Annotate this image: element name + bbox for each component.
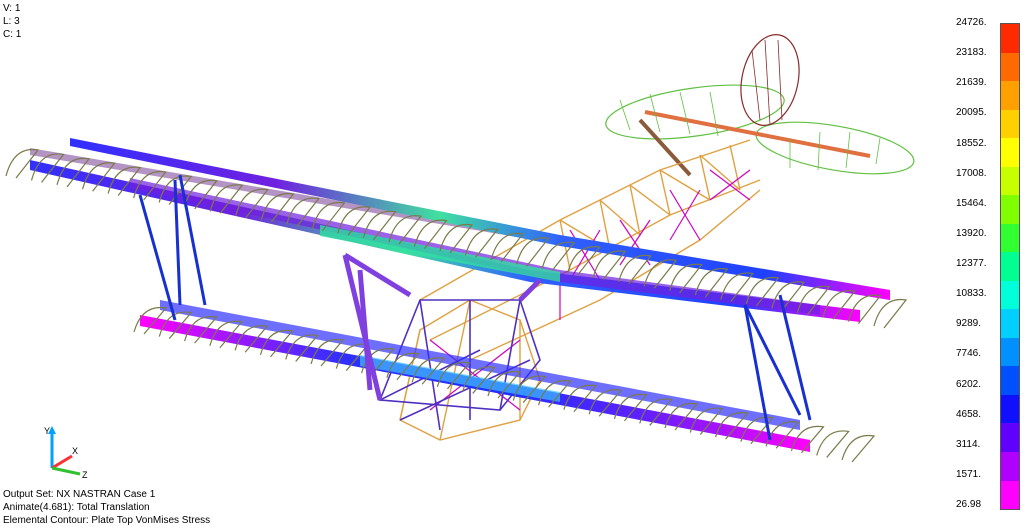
colorbar-segment: [1001, 223, 1019, 253]
legend-label: 15464.: [956, 197, 987, 209]
legend-label: 17008.: [956, 167, 987, 179]
view-number: V: 1: [3, 3, 21, 14]
legend-label: 23183.: [956, 47, 987, 59]
contour-legend-labels: 24726. 23183. 21639. 20095. 18552. 17008. 1546…: [956, 0, 996, 531]
legend-label: 4658.: [956, 408, 982, 420]
colorbar-segment: [1001, 309, 1019, 338]
x-axis-label: X: [72, 446, 78, 456]
legend-label: 1571.: [956, 468, 982, 480]
view-info: V: 1 L: 3 C: 1: [3, 2, 21, 41]
colorbar-segment: [1001, 24, 1019, 53]
legend-label: 13920.: [956, 227, 987, 239]
colorbar-segment: [1001, 451, 1019, 481]
legend-label: 9289.: [956, 318, 982, 330]
colorbar-segment: [1001, 195, 1019, 224]
axis-triad: Y X Z: [44, 426, 88, 480]
output-info: Output Set: NX NASTRAN Case 1 Animate(4.…: [3, 488, 210, 527]
colorbar-segment: [1001, 423, 1019, 452]
legend-label: 18552.: [956, 137, 987, 149]
z-axis-icon: [51, 466, 81, 476]
colorbar-segment: [1001, 366, 1019, 395]
legend-label: 21639.: [956, 77, 987, 89]
colorbar-segment: [1001, 252, 1019, 281]
z-axis-label: Z: [82, 470, 88, 480]
layer-number: L: 3: [3, 16, 20, 27]
colorbar-segment: [1001, 166, 1019, 196]
colorbar-segment: [1001, 81, 1019, 110]
legend-label: 7746.: [956, 348, 982, 360]
model-viewport[interactable]: [0, 0, 1024, 531]
wing-rib: [873, 298, 908, 329]
legend-label: 12377.: [956, 258, 987, 269]
legend-label: 20095.: [956, 107, 987, 119]
legend-label: 3114.: [956, 438, 981, 450]
colorbar-segment: [1001, 52, 1019, 82]
colorbar-segment: [1001, 138, 1019, 167]
legend-label: 26.98: [956, 499, 982, 510]
upper-wing: [30, 138, 890, 322]
wing-rib: [841, 434, 876, 463]
legend-label: 6202.: [956, 378, 982, 390]
colorbar-segment: [1001, 109, 1019, 139]
contour-colorbar: [1000, 23, 1020, 510]
x-axis-icon: [51, 454, 73, 470]
colorbar-segment: [1001, 337, 1019, 367]
contour-label: Elemental Contour: Plate Top VonMises St…: [3, 515, 211, 526]
colorbar-segment: [1001, 480, 1019, 510]
animate-label: Animate(4.681): Total Translation: [3, 502, 150, 513]
colorbar-segment: [1001, 394, 1019, 424]
colorbar-segment: [1001, 280, 1019, 310]
legend-label: 10833.: [956, 288, 987, 300]
y-axis-label: Y: [44, 426, 50, 436]
output-set-label: Output Set: NX NASTRAN Case 1: [3, 489, 156, 500]
legend-label: 24726.: [956, 17, 987, 28]
color-number: C: 1: [3, 29, 22, 40]
horizontal-stabilizer: [605, 84, 915, 177]
